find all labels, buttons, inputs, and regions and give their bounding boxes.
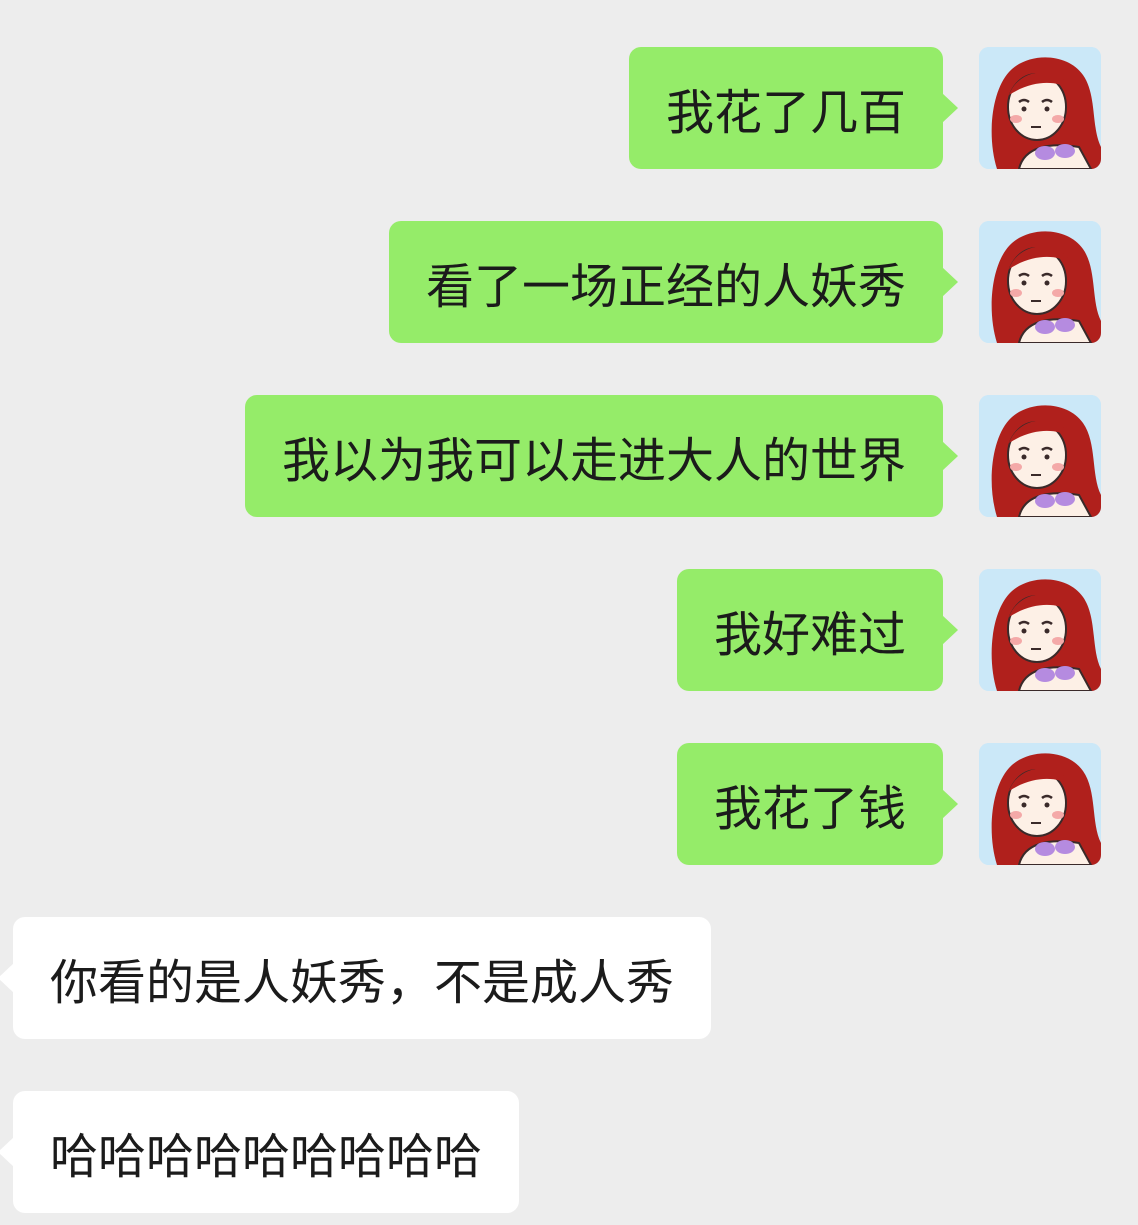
user-avatar[interactable]: [979, 47, 1101, 169]
cartoon-girl-avatar-icon: [979, 47, 1101, 169]
user-avatar[interactable]: [979, 743, 1101, 865]
message-bubble-sent[interactable]: 我好难过: [676, 569, 959, 691]
message-bubble-received[interactable]: 你看的是人妖秀，不是成人秀: [0, 917, 712, 1039]
message-bubble-sent[interactable]: 我花了钱: [676, 743, 959, 865]
cartoon-girl-avatar-icon: [979, 395, 1101, 517]
message-text: 我好难过: [713, 607, 906, 663]
message-bubble-sent[interactable]: 我花了几百: [628, 47, 959, 169]
cartoon-girl-avatar-icon: [979, 743, 1101, 865]
user-avatar[interactable]: [979, 395, 1101, 517]
message-text: 我花了钱: [713, 781, 906, 837]
message-text: 我花了几百: [665, 85, 906, 141]
user-avatar[interactable]: [979, 221, 1101, 343]
user-avatar[interactable]: [979, 569, 1101, 691]
cartoon-girl-avatar-icon: [979, 569, 1101, 691]
message-text: 看了一场正经的人妖秀: [425, 259, 906, 315]
cartoon-girl-avatar-icon: [979, 221, 1101, 343]
message-bubble-sent[interactable]: 我以为我可以走进大人的世界: [244, 395, 959, 517]
message-bubble-received[interactable]: 哈哈哈哈哈哈哈哈哈: [0, 1091, 520, 1213]
message-text: 我以为我可以走进大人的世界: [281, 433, 906, 489]
message-text: 哈哈哈哈哈哈哈哈哈: [50, 1129, 483, 1185]
message-text: 你看的是人妖秀，不是成人秀: [50, 955, 675, 1011]
message-bubble-sent[interactable]: 看了一场正经的人妖秀: [388, 221, 959, 343]
